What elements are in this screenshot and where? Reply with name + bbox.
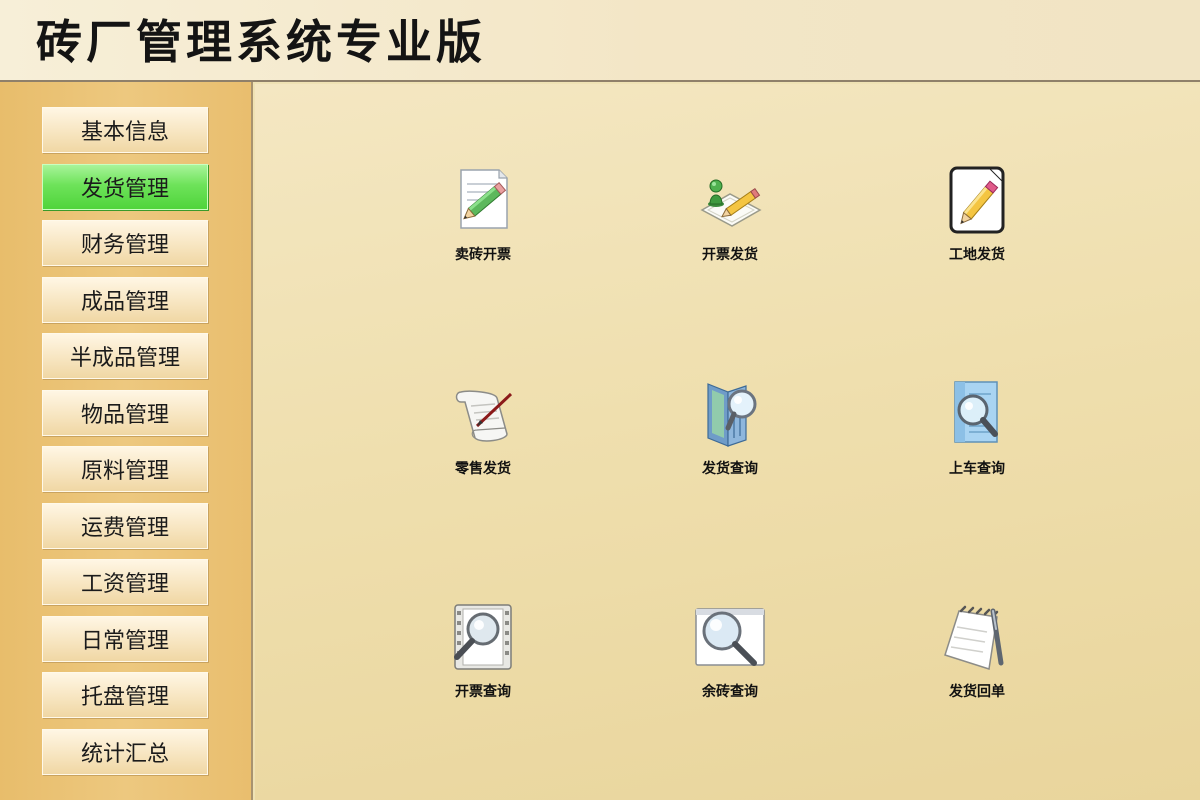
scroll-quill-icon	[455, 390, 513, 442]
notepad-pen-icon	[944, 605, 1004, 670]
sidebar-item-freight[interactable]: 运费管理	[42, 503, 208, 549]
sidebar-item-label: 基本信息	[80, 120, 169, 145]
doc-search-icon	[954, 381, 998, 443]
folder-search-icon	[707, 383, 757, 447]
sidebar-item-label: 发货管理	[80, 177, 169, 202]
tile-shipping-query[interactable]: 发货查询	[675, 378, 785, 488]
sidebar-item-label: 成品管理	[80, 290, 169, 315]
sidebar-item-label: 工资管理	[80, 572, 169, 597]
tile-remaining-brick-query[interactable]: 余砖查询	[675, 601, 785, 711]
tile-label: 开票查询	[455, 684, 511, 700]
tile-invoice-shipping[interactable]: 开票发货	[675, 164, 785, 274]
main-content: 卖砖开票 开票发货 工地发货 零售发货 发货查询 上车查询 开票查询 余砖查询 …	[255, 84, 1200, 800]
film-search-icon	[454, 604, 512, 670]
sidebar-item-wages[interactable]: 工资管理	[42, 559, 208, 605]
sidebar-item-label: 物品管理	[80, 403, 169, 428]
sidebar-item-daily[interactable]: 日常管理	[42, 616, 208, 662]
sidebar-item-label: 运费管理	[80, 516, 169, 541]
invoice-ship-icon	[700, 179, 762, 227]
tile-label: 工地发货	[949, 247, 1005, 263]
sidebar-item-label: 日常管理	[80, 629, 169, 654]
sidebar-item-label: 半成品管理	[69, 346, 180, 371]
tile-invoice-query[interactable]: 开票查询	[428, 601, 538, 711]
document-edit-icon	[460, 169, 508, 229]
tile-shipping-receipt[interactable]: 发货回单	[922, 601, 1032, 711]
header-bar: 砖厂管理系统专业版	[0, 0, 1200, 82]
sidebar-item-label: 原料管理	[80, 459, 169, 484]
sidebar-item-finished-goods[interactable]: 成品管理	[42, 277, 208, 323]
sidebar-item-shipping[interactable]: 发货管理	[42, 164, 208, 210]
tile-label: 开票发货	[702, 247, 758, 263]
sidebar-item-items[interactable]: 物品管理	[42, 390, 208, 436]
tile-loading-query[interactable]: 上车查询	[922, 378, 1032, 488]
tile-label: 卖砖开票	[455, 247, 511, 263]
tile-label: 发货回单	[949, 684, 1005, 700]
sidebar-item-label: 托盘管理	[80, 685, 169, 710]
pencil-note-icon	[949, 166, 1005, 234]
sidebar-item-semi-finished[interactable]: 半成品管理	[42, 333, 208, 379]
app-window: 砖厂管理系统专业版 基本信息 发货管理 财务管理 成品管理 半成品管理 物品管理…	[0, 0, 1200, 800]
sidebar: 基本信息 发货管理 财务管理 成品管理 半成品管理 物品管理 原料管理 运费管理…	[0, 82, 253, 800]
app-title: 砖厂管理系统专业版	[36, 15, 486, 69]
sidebar-item-pallets[interactable]: 托盘管理	[42, 672, 208, 718]
sidebar-item-finance[interactable]: 财务管理	[42, 220, 208, 266]
tile-label: 余砖查询	[702, 684, 758, 700]
sidebar-item-raw-materials[interactable]: 原料管理	[42, 446, 208, 492]
sidebar-item-label: 统计汇总	[80, 742, 169, 767]
tile-site-shipping[interactable]: 工地发货	[922, 164, 1032, 274]
tile-label: 上车查询	[949, 461, 1005, 477]
tile-retail-shipping[interactable]: 零售发货	[428, 378, 538, 488]
tile-label: 零售发货	[455, 461, 511, 477]
tile-sell-brick-invoice[interactable]: 卖砖开票	[428, 164, 538, 274]
sidebar-item-basic-info[interactable]: 基本信息	[42, 107, 208, 153]
tile-label: 发货查询	[702, 461, 758, 477]
sidebar-item-label: 财务管理	[80, 233, 169, 258]
window-search-icon	[695, 608, 765, 666]
sidebar-item-statistics[interactable]: 统计汇总	[42, 729, 208, 775]
